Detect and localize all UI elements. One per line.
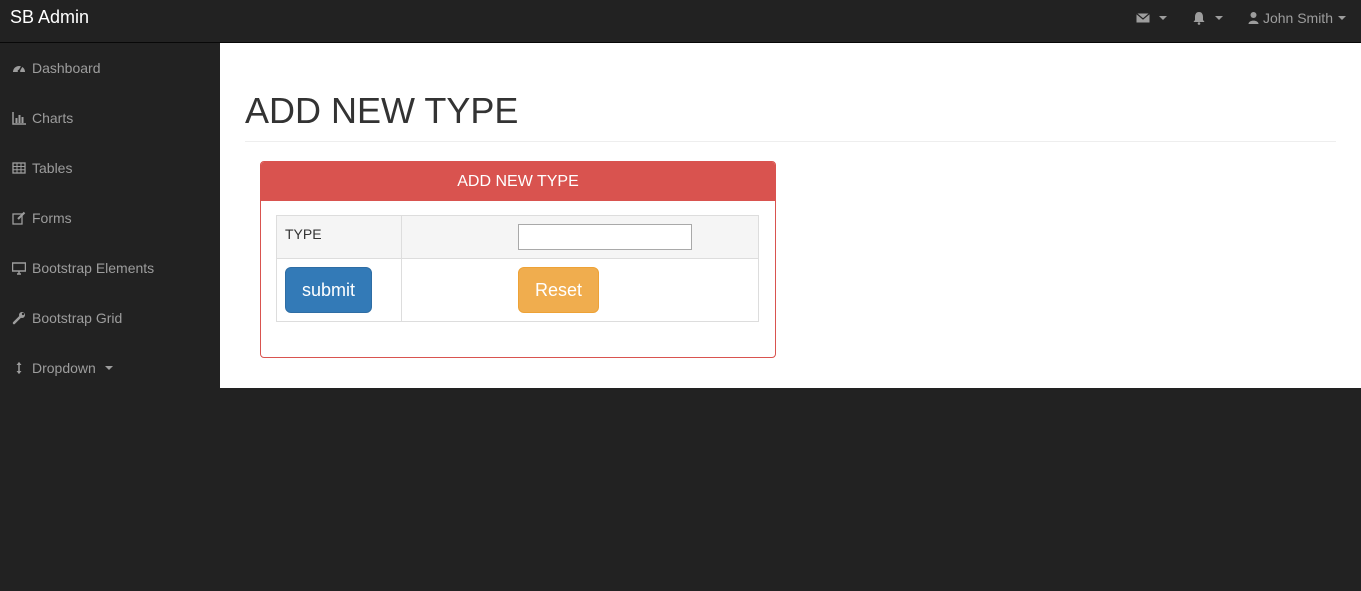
edit-icon [12,211,26,225]
caret-down-icon [1214,15,1223,20]
type-label: TYPE [276,215,402,259]
sidebar-item-forms[interactable]: Forms [0,193,220,243]
wrench-icon [12,311,26,325]
sidebar-item-label: Tables [32,160,73,176]
sidebar-item-charts[interactable]: Charts [0,93,220,143]
sidebar-item-bootstrap-grid[interactable]: Bootstrap Grid [0,293,220,343]
bar-chart-icon [12,111,26,125]
brand-link[interactable]: SB Admin [10,7,89,28]
dashboard-icon [12,61,26,75]
table-icon [12,161,26,175]
sidebar-item-label: Forms [32,210,72,226]
user-name: John Smith [1262,9,1333,26]
navbar-right: John Smith [1126,0,1361,35]
caret-down-icon [104,366,113,370]
add-type-panel: ADD NEW TYPE TYPE submit Reset [260,161,776,358]
desktop-icon [12,261,26,275]
table-row: submit Reset [276,258,759,322]
messages-dropdown[interactable] [1126,0,1182,35]
caret-down-icon [1158,15,1167,20]
sidebar-item-label: Dropdown [32,360,96,376]
bell-icon [1192,11,1206,25]
page-title: ADD NEW TYPE [245,90,519,131]
page-content: ADD NEW TYPE ADD NEW TYPE TYPE submit Re… [220,43,1361,388]
caret-down-icon [1338,15,1346,20]
alerts-dropdown[interactable] [1182,0,1238,35]
sidebar-nav: Dashboard Charts Tables Forms Bootstrap … [0,43,220,591]
type-input[interactable] [518,224,692,250]
sidebar-item-dropdown[interactable]: Dropdown [0,343,220,393]
top-navbar: SB Admin John Smith [0,0,1361,43]
submit-cell: submit [276,258,402,322]
panel-heading: ADD NEW TYPE [261,162,775,201]
add-type-form: TYPE submit Reset [276,215,759,322]
table-row: TYPE [276,215,759,259]
reset-cell: Reset [401,258,759,322]
type-input-cell [401,215,759,259]
sidebar-item-label: Charts [32,110,74,126]
sidebar-item-tables[interactable]: Tables [0,143,220,193]
user-icon [1248,11,1259,25]
sidebar-item-bootstrap-elements[interactable]: Bootstrap Elements [0,243,220,293]
sidebar-item-dashboard[interactable]: Dashboard [0,43,220,93]
arrows-v-icon [12,361,26,375]
submit-button[interactable]: submit [285,267,372,313]
sidebar-item-label: Dashboard [32,60,101,76]
page-header: ADD NEW TYPE [245,91,1336,142]
sidebar-item-label: Bootstrap Elements [32,260,155,276]
sidebar-item-label: Bootstrap Grid [32,310,123,326]
envelope-icon [1136,11,1150,25]
user-dropdown[interactable]: John Smith [1238,0,1361,35]
reset-button[interactable]: Reset [518,267,599,313]
